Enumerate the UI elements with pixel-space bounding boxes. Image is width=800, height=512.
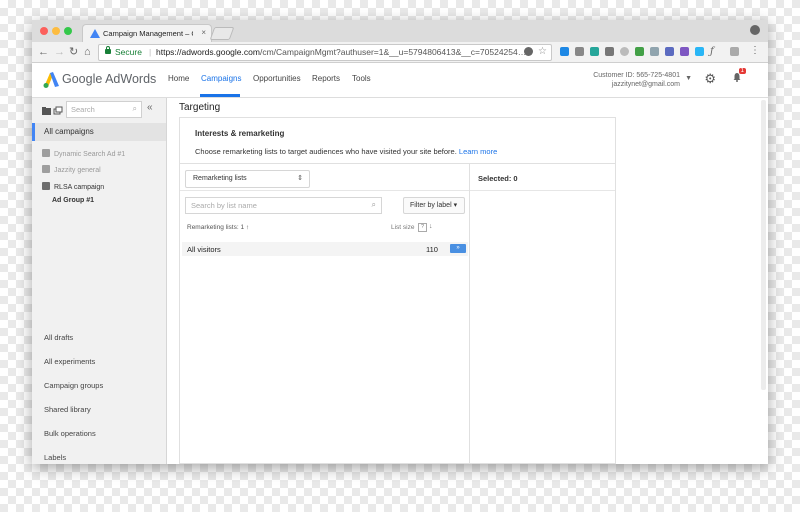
browser-window: Campaign Management – Goo × ← → ↻ ⌂ Secu…: [32, 20, 768, 464]
browser-menu-icon[interactable]: ⋮: [750, 45, 760, 56]
star-icon[interactable]: ☆: [538, 45, 547, 59]
new-tab-button[interactable]: [209, 27, 235, 40]
card-description: Choose remarketing lists to target audie…: [195, 147, 498, 156]
list-type-select[interactable]: Remarketing lists ⇕: [185, 170, 310, 188]
tab-close-icon[interactable]: ×: [201, 28, 206, 37]
extension-icon[interactable]: [620, 47, 629, 56]
folder-view-icon[interactable]: [42, 106, 64, 116]
account-dropdown-icon[interactable]: ▼: [685, 75, 692, 82]
logo-text[interactable]: Google AdWords: [62, 72, 156, 86]
sidebar-search-input[interactable]: Search ⌕: [66, 101, 142, 118]
selected-lists-panel: Selected: 0: [470, 163, 615, 464]
collapse-sidebar-icon[interactable]: «: [147, 102, 153, 113]
browser-toolbar: ← → ↻ ⌂ Secure | https://adwords.google.…: [32, 42, 768, 63]
learn-more-link[interactable]: Learn more: [459, 147, 497, 156]
search-campaign-icon: [42, 165, 50, 173]
list-count: Remarketing lists: 1 ↑: [187, 224, 250, 231]
adwords-logo-icon[interactable]: [42, 71, 60, 89]
sidebar-item-bulk-operations[interactable]: Bulk operations: [44, 429, 96, 438]
url-text[interactable]: https://adwords.google.com/cm/CampaignMg…: [156, 47, 526, 57]
sort-up-icon[interactable]: ↑: [246, 224, 249, 231]
extension-icon[interactable]: [635, 47, 644, 56]
extension-icon[interactable]: [605, 47, 614, 56]
main-content: Targeting Interests & remarketing Choose…: [167, 98, 768, 464]
sidebar-ad-group[interactable]: Ad Group #1: [52, 197, 94, 204]
nav-opportunities[interactable]: Opportunities: [253, 74, 301, 83]
customer-info[interactable]: Customer ID: 565-725-4801 jazzitynet@gma…: [593, 71, 680, 89]
notification-badge: 1: [738, 68, 746, 74]
lock-icon: [105, 46, 111, 54]
list-name: All visitors: [187, 245, 221, 254]
list-size-header[interactable]: List size: [391, 224, 414, 231]
list-search-input[interactable]: Search by list name ⌕: [185, 197, 382, 214]
sidebar-item-labels[interactable]: Labels: [44, 453, 66, 462]
filter-by-label-button[interactable]: Filter by label ▾: [403, 197, 465, 214]
secure-label: Secure: [115, 47, 142, 57]
search-campaign-icon: [42, 182, 50, 190]
adwords-favicon-icon: [90, 29, 100, 38]
extension-icon[interactable]: [695, 47, 704, 56]
extension-icon[interactable]: [680, 47, 689, 56]
forward-icon[interactable]: →: [54, 45, 65, 59]
reload-icon[interactable]: ↻: [69, 45, 78, 59]
sidebar-item-all-experiments[interactable]: All experiments: [44, 357, 95, 366]
search-campaign-icon: [42, 149, 50, 157]
sidebar-campaign-item[interactable]: Dynamic Search Ad #1: [42, 149, 125, 158]
divider: [180, 190, 469, 191]
extension-icon[interactable]: [590, 47, 599, 56]
profile-icon[interactable]: [750, 25, 760, 35]
sidebar-item-campaign-groups[interactable]: Campaign groups: [44, 381, 103, 390]
address-bar[interactable]: Secure | https://adwords.google.com/cm/C…: [98, 44, 552, 61]
account-email: jazzitynet@gmail.com: [611, 81, 680, 88]
available-lists-panel: Remarketing lists ⇕ Search by list name …: [180, 163, 470, 464]
nav-campaigns[interactable]: Campaigns: [201, 74, 241, 83]
list-size: 110: [426, 245, 438, 254]
add-list-button[interactable]: »: [450, 244, 466, 253]
extension-icon[interactable]: [524, 47, 533, 56]
back-icon[interactable]: ←: [38, 45, 49, 59]
sidebar-item-all-campaigns[interactable]: All campaigns: [32, 123, 166, 141]
gear-icon[interactable]: ⚙: [704, 71, 716, 87]
sort-down-icon[interactable]: ↓: [429, 223, 433, 230]
browser-tab[interactable]: Campaign Management – Goo ×: [82, 24, 212, 43]
extension-icon[interactable]: [730, 47, 739, 56]
sidebar-item-all-drafts[interactable]: All drafts: [44, 333, 73, 342]
home-icon[interactable]: ⌂: [84, 45, 91, 59]
extension-icon[interactable]: [665, 47, 674, 56]
app-header: Google AdWords Home Campaigns Opportunit…: [32, 63, 768, 98]
minimize-window-button[interactable]: [52, 27, 60, 35]
sidebar: Search ⌕ « All campaigns Dynamic Search …: [32, 98, 167, 464]
extension-icon[interactable]: [560, 47, 569, 56]
tab-title: Campaign Management – Goo: [103, 29, 193, 38]
nav-tools[interactable]: Tools: [352, 74, 371, 83]
function-icon[interactable]: ƒ: [710, 45, 714, 59]
sidebar-campaign-item[interactable]: Jazzity general: [42, 165, 101, 174]
close-window-button[interactable]: [40, 27, 48, 35]
list-item[interactable]: All visitors 110 »: [182, 242, 468, 256]
nav-home[interactable]: Home: [168, 74, 189, 83]
card-title: Interests & remarketing: [195, 129, 285, 138]
sidebar-campaign-item[interactable]: RLSA campaign: [42, 182, 104, 191]
extension-icon[interactable]: [575, 47, 584, 56]
search-icon: ⌕: [371, 200, 376, 209]
help-icon[interactable]: ?: [418, 223, 427, 232]
divider: [470, 190, 615, 191]
selected-count: Selected: 0: [478, 174, 518, 183]
customer-id: Customer ID: 565-725-4801: [593, 72, 680, 79]
page-title: Targeting: [179, 102, 221, 113]
extension-icon[interactable]: [650, 47, 659, 56]
active-nav-indicator: [200, 94, 240, 97]
sidebar-item-shared-library[interactable]: Shared library: [44, 405, 91, 414]
nav-reports[interactable]: Reports: [312, 74, 340, 83]
maximize-window-button[interactable]: [64, 27, 72, 35]
page-scrollbar[interactable]: [761, 100, 766, 390]
remarketing-card: Interests & remarketing Choose remarketi…: [179, 117, 616, 464]
select-updown-icon: ⇕: [297, 175, 303, 182]
search-icon: ⌕: [132, 104, 137, 113]
tab-strip: Campaign Management – Goo ×: [32, 20, 768, 43]
